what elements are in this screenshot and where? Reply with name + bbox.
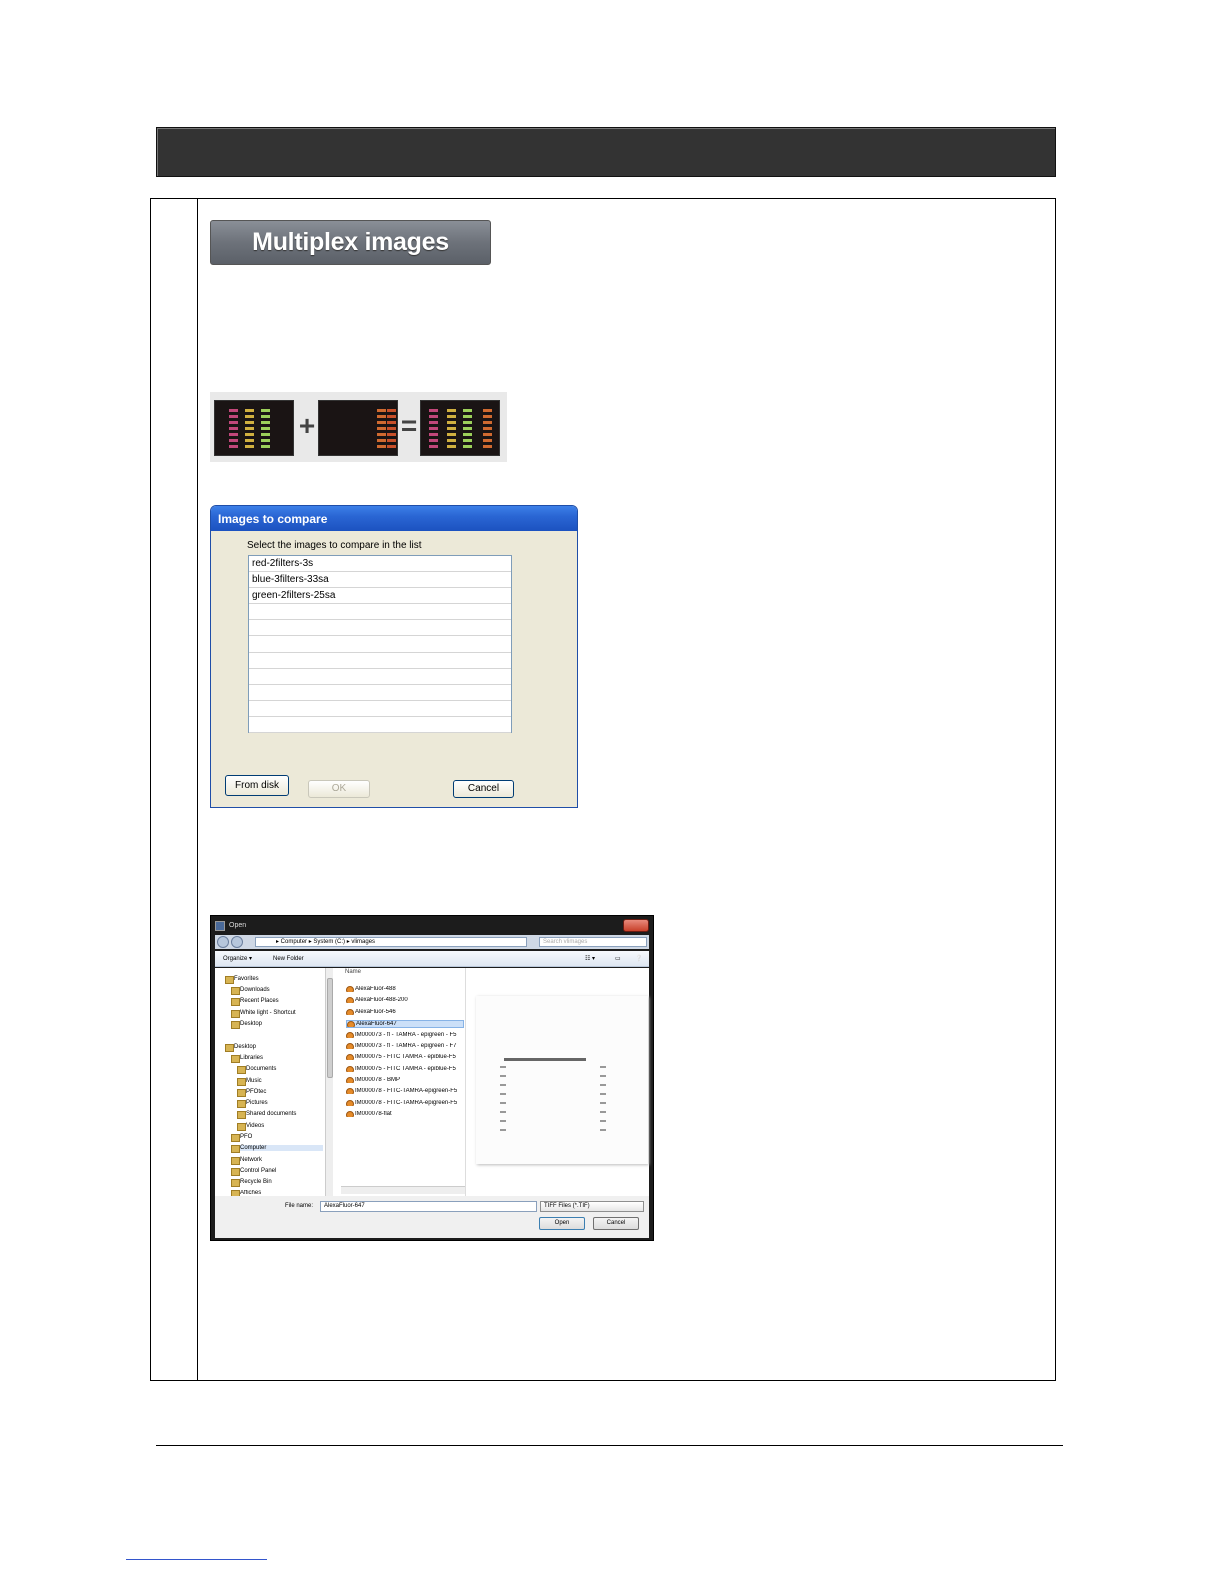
- open-file-dialog: Open ▸ Computer ▸ System (C:) ▸ vlimages…: [210, 915, 654, 1241]
- list-item[interactable]: [249, 669, 511, 685]
- open-dialog-footer: File name: AlexaFluor-647 TIFF Files (*.…: [215, 1196, 649, 1238]
- nav-music[interactable]: Music: [237, 1078, 262, 1086]
- nav-videos[interactable]: Videos: [237, 1123, 264, 1131]
- file-item-selected[interactable]: AlexaFluor-647: [346, 1020, 464, 1028]
- nav-documents[interactable]: Documents: [237, 1066, 276, 1074]
- nav-computer[interactable]: Computer: [231, 1145, 323, 1153]
- forward-icon[interactable]: [231, 936, 243, 948]
- nav-buttons: [217, 936, 247, 948]
- dialog-title: Images to compare: [211, 506, 577, 531]
- footer-rule: [156, 1445, 1063, 1446]
- address-path-field[interactable]: ▸ Computer ▸ System (C:) ▸ vlimages: [255, 937, 527, 947]
- table-column-divider: [197, 199, 198, 1380]
- file-item[interactable]: IM000078 - FITC-TAMRA-epigreen-F5: [346, 1100, 464, 1106]
- nav-pfo[interactable]: PFO: [231, 1134, 252, 1142]
- multiplex-example-image: + =: [210, 392, 507, 462]
- nav-recycle-bin[interactable]: Recycle Bin: [231, 1179, 272, 1187]
- equals-sign: =: [400, 410, 418, 441]
- file-item[interactable]: IM000073 - fl - TAMRA - epigreen - F7: [346, 1043, 464, 1049]
- open-dialog-main: Favorites Downloads Recent Places White …: [215, 968, 649, 1196]
- close-icon[interactable]: [623, 919, 649, 932]
- gel-image-thumbnail-result: [420, 400, 500, 456]
- navigation-pane: Favorites Downloads Recent Places White …: [215, 968, 333, 1196]
- image-list[interactable]: red-2filters-3s blue-3filters-33sa green…: [248, 555, 512, 734]
- list-item[interactable]: blue-3filters-33sa: [249, 572, 511, 589]
- open-button[interactable]: Open: [539, 1217, 585, 1230]
- list-item[interactable]: red-2filters-3s: [249, 556, 511, 573]
- footer-link-underline: [126, 1559, 267, 1560]
- file-item[interactable]: IM000075 - FITC TAMRA - epiblue-F5: [346, 1066, 464, 1072]
- file-item[interactable]: IM000078 - FITC-TAMRA-epigreen-F5: [346, 1088, 464, 1094]
- file-item[interactable]: AlexaFluor-488: [346, 986, 464, 992]
- views-icon[interactable]: ☷ ▾: [585, 951, 595, 967]
- nav-network[interactable]: Network: [231, 1157, 262, 1165]
- list-item[interactable]: [249, 653, 511, 669]
- file-name-input[interactable]: AlexaFluor-647: [320, 1201, 537, 1212]
- gel-preview-image: [476, 996, 648, 1164]
- list-item[interactable]: [249, 701, 511, 717]
- back-icon[interactable]: [217, 936, 229, 948]
- multiplex-images-label: Multiplex images: [252, 228, 449, 256]
- open-dialog-titlebar: Open: [215, 919, 649, 933]
- list-item[interactable]: [249, 685, 511, 701]
- file-item[interactable]: AlexaFluor-546: [346, 1009, 464, 1015]
- from-disk-button[interactable]: From disk: [225, 775, 289, 796]
- nav-shared-documents[interactable]: Shared documents: [237, 1111, 296, 1119]
- nav-libraries[interactable]: Libraries: [231, 1055, 263, 1063]
- nav-pictures[interactable]: Pictures: [237, 1100, 268, 1108]
- file-item[interactable]: IM000078 - BMP: [346, 1077, 464, 1083]
- list-item[interactable]: [249, 620, 511, 637]
- new-folder-button[interactable]: New Folder: [273, 951, 304, 967]
- nav-desktop[interactable]: Desktop: [225, 1044, 256, 1052]
- gel-image-thumbnail-1: [214, 400, 294, 456]
- nav-desktop-favorite[interactable]: Desktop: [231, 1021, 262, 1029]
- file-item[interactable]: IM000073 - fl - TAMRA - epigreen - F5: [346, 1032, 464, 1038]
- file-name-label: File name:: [285, 1203, 314, 1209]
- preview-pane-icon[interactable]: ▭: [615, 951, 621, 967]
- multiplex-images-button[interactable]: Multiplex images: [210, 220, 491, 265]
- gel-image-thumbnail-2: [318, 400, 398, 456]
- list-item[interactable]: [249, 717, 511, 734]
- nav-control-panel[interactable]: Control Panel: [231, 1168, 276, 1176]
- nav-recent-places[interactable]: Recent Places: [231, 998, 279, 1006]
- app-icon: [215, 921, 225, 931]
- open-cancel-button[interactable]: Cancel: [593, 1217, 639, 1230]
- file-item[interactable]: IM000078-flat: [346, 1111, 464, 1117]
- nav-scrollbar[interactable]: [325, 968, 333, 1196]
- open-dialog-toolbar: Organize ▾ New Folder ☷ ▾ ▭ ❔: [215, 951, 649, 967]
- plus-sign: +: [298, 410, 316, 441]
- list-item[interactable]: [249, 636, 511, 653]
- file-item[interactable]: AlexaFluor-488-200: [346, 997, 464, 1003]
- column-header-name[interactable]: Name: [345, 969, 361, 975]
- help-icon[interactable]: ❔: [635, 951, 642, 967]
- file-list-pane: Name AlexaFluor-488 AlexaFluor-488-200 A…: [341, 968, 465, 1196]
- search-input[interactable]: Search vlimages: [539, 937, 647, 947]
- nav-downloads[interactable]: Downloads: [231, 987, 270, 995]
- organize-menu[interactable]: Organize ▾: [223, 951, 252, 967]
- list-item[interactable]: green-2filters-25sa: [249, 588, 511, 605]
- open-dialog-title: Open: [229, 922, 247, 929]
- nav-favorites[interactable]: Favorites: [225, 976, 259, 984]
- cancel-button[interactable]: Cancel: [453, 780, 514, 798]
- preview-pane: [465, 968, 649, 1196]
- nav-pfotec[interactable]: PFOtec: [237, 1089, 266, 1097]
- file-list-hscrollbar[interactable]: [341, 1186, 465, 1194]
- ok-button[interactable]: OK: [308, 780, 370, 798]
- nav-scrollbar-thumb[interactable]: [327, 978, 333, 1078]
- list-item[interactable]: [249, 604, 511, 621]
- file-item[interactable]: IM000075 - FITC TAMRA - epiblue-F5: [346, 1054, 464, 1060]
- dialog-body: Select the images to compare in the list…: [214, 531, 574, 804]
- address-bar: ▸ Computer ▸ System (C:) ▸ vlimages Sear…: [215, 935, 649, 949]
- nav-white-light-shortcut[interactable]: White light - Shortcut: [231, 1010, 296, 1018]
- file-type-select[interactable]: TIFF Files (*.TIF): [540, 1201, 644, 1212]
- section-header-bar: [156, 127, 1056, 177]
- dialog-prompt: Select the images to compare in the list: [247, 540, 422, 551]
- images-to-compare-dialog: Images to compare Select the images to c…: [210, 505, 578, 808]
